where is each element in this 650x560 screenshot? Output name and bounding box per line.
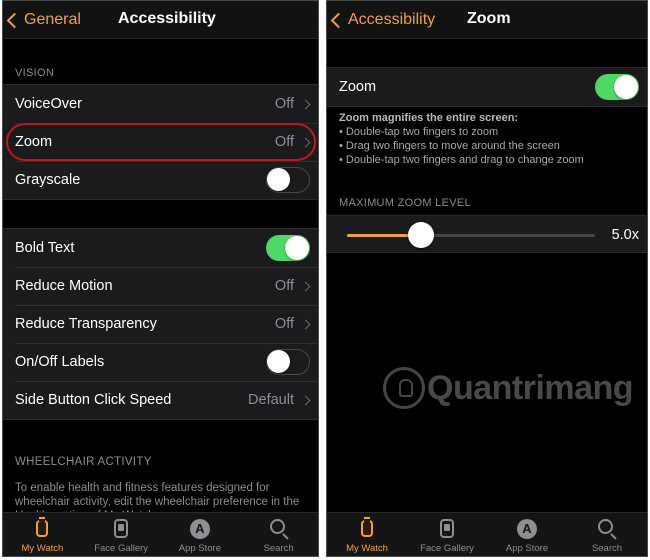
zoom-screen: Accessibility Zoom Zoom Zoom magnifies t… [326, 0, 648, 557]
page-title: Zoom [467, 10, 511, 27]
back-button[interactable]: General [3, 1, 81, 39]
row-label: Grayscale [15, 172, 81, 188]
row-grayscale: Grayscale [3, 161, 318, 199]
zoom-description-bullet: • Double-tap two fingers to zoom [339, 126, 499, 138]
tab-label: Face Gallery [420, 543, 474, 554]
bold-text-toggle[interactable] [266, 235, 310, 261]
row-value: Off [274, 278, 294, 294]
row-label: Zoom [15, 134, 53, 150]
watch-icon [31, 517, 53, 540]
zoom-description: Zoom magnifies the entire screen: • Doub… [339, 111, 639, 167]
row-reduce-transparency[interactable]: Reduce Transparency Off [3, 305, 318, 343]
bullet-text: Double-tap two fingers and drag to chang… [345, 154, 584, 166]
back-button-label: General [24, 11, 81, 28]
tab-label: Face Gallery [94, 543, 149, 554]
chevron-left-icon [330, 12, 347, 28]
tab-bar: My Watch Face Gallery A App Store Search [327, 512, 647, 556]
navigation-bar: Accessibility Zoom [327, 1, 647, 39]
row-onoff-labels: On/Off Labels [3, 343, 318, 381]
row-value: Off [274, 96, 294, 112]
accessibility-screen: General Accessibility VISION VoiceOver O… [2, 0, 319, 557]
toggle-knob [267, 350, 290, 373]
row-label: Reduce Motion [15, 278, 113, 294]
tab-app-store[interactable]: A App Store [487, 513, 567, 556]
onoff-labels-toggle[interactable] [266, 349, 310, 375]
zoom-description-title: Zoom magnifies the entire screen: [339, 112, 519, 124]
tab-my-watch[interactable]: My Watch [327, 513, 407, 556]
tab-app-store[interactable]: A App Store [161, 513, 240, 556]
section-header-vision: VISION [15, 67, 55, 79]
page-title: Accessibility [118, 10, 216, 27]
chevron-right-icon [300, 395, 311, 405]
row-label: Bold Text [15, 240, 75, 256]
search-icon [268, 518, 290, 540]
section-header-wheelchair: WHEELCHAIR ACTIVITY [15, 456, 152, 468]
tab-face-gallery[interactable]: Face Gallery [407, 513, 487, 556]
bullet-text: Drag two fingers to move around the scre… [345, 140, 560, 152]
zoom-description-bullet: • Drag two fingers to move around the sc… [339, 140, 560, 152]
search-icon [596, 518, 618, 540]
zoom-description-bullet: • Double-tap two fingers and drag to cha… [339, 154, 584, 166]
tab-label: Search [263, 543, 294, 554]
chevron-right-icon [300, 319, 311, 329]
row-label: On/Off Labels [15, 354, 105, 370]
toggle-knob [614, 75, 638, 99]
row-label: Reduce Transparency [15, 316, 157, 332]
section-header-max-zoom: MAXIMUM ZOOM LEVEL [339, 197, 471, 209]
vision-settings-group: VoiceOver Off Zoom Off Grayscale [3, 84, 318, 200]
row-value: Off [274, 134, 294, 150]
row-reduce-motion[interactable]: Reduce Motion Off [3, 267, 318, 305]
row-zoom[interactable]: Zoom Off [3, 123, 318, 161]
tab-search[interactable]: Search [239, 513, 318, 556]
tab-label: My Watch [346, 543, 388, 554]
display-settings-group: Bold Text Reduce Motion Off Reduce Trans… [3, 228, 318, 420]
tab-bar: My Watch Face Gallery A App Store Search [3, 512, 318, 556]
face-gallery-icon [436, 518, 458, 540]
bullet-text: Double-tap two fingers to zoom [345, 126, 499, 138]
back-button-label: Accessibility [348, 11, 436, 28]
grayscale-toggle[interactable] [266, 167, 310, 193]
app-store-icon: A [189, 518, 211, 540]
tab-label: Search [591, 543, 623, 554]
toggle-knob [267, 168, 290, 191]
max-zoom-slider[interactable] [347, 222, 595, 248]
zoom-toggle-group: Zoom [327, 67, 647, 107]
row-value: Off [274, 316, 294, 332]
tab-face-gallery[interactable]: Face Gallery [82, 513, 161, 556]
face-gallery-icon [110, 518, 132, 540]
tab-label: App Store [178, 543, 221, 554]
tab-label: App Store [505, 543, 549, 554]
tab-search[interactable]: Search [567, 513, 647, 556]
watch-icon [356, 517, 378, 540]
row-value: Default [248, 392, 294, 408]
tab-my-watch[interactable]: My Watch [3, 513, 82, 556]
row-label: VoiceOver [15, 96, 82, 112]
back-button[interactable]: Accessibility [327, 1, 435, 39]
row-label: Zoom [339, 79, 377, 95]
row-voiceover[interactable]: VoiceOver Off [3, 85, 318, 123]
toggle-knob [285, 236, 309, 260]
app-store-icon: A [516, 518, 538, 540]
max-zoom-value: 5.0x [611, 227, 639, 243]
chevron-right-icon [300, 99, 311, 109]
chevron-right-icon [300, 137, 311, 147]
row-bold-text: Bold Text [3, 229, 318, 267]
row-label: Side Button Click Speed [15, 392, 172, 408]
row-zoom-enable: Zoom [327, 68, 647, 106]
chevron-right-icon [300, 281, 311, 291]
tab-label: My Watch [21, 543, 64, 554]
row-side-button-click-speed[interactable]: Side Button Click Speed Default [3, 381, 318, 419]
navigation-bar: General Accessibility [3, 1, 318, 39]
chevron-left-icon [6, 12, 23, 28]
zoom-toggle[interactable] [595, 74, 639, 100]
